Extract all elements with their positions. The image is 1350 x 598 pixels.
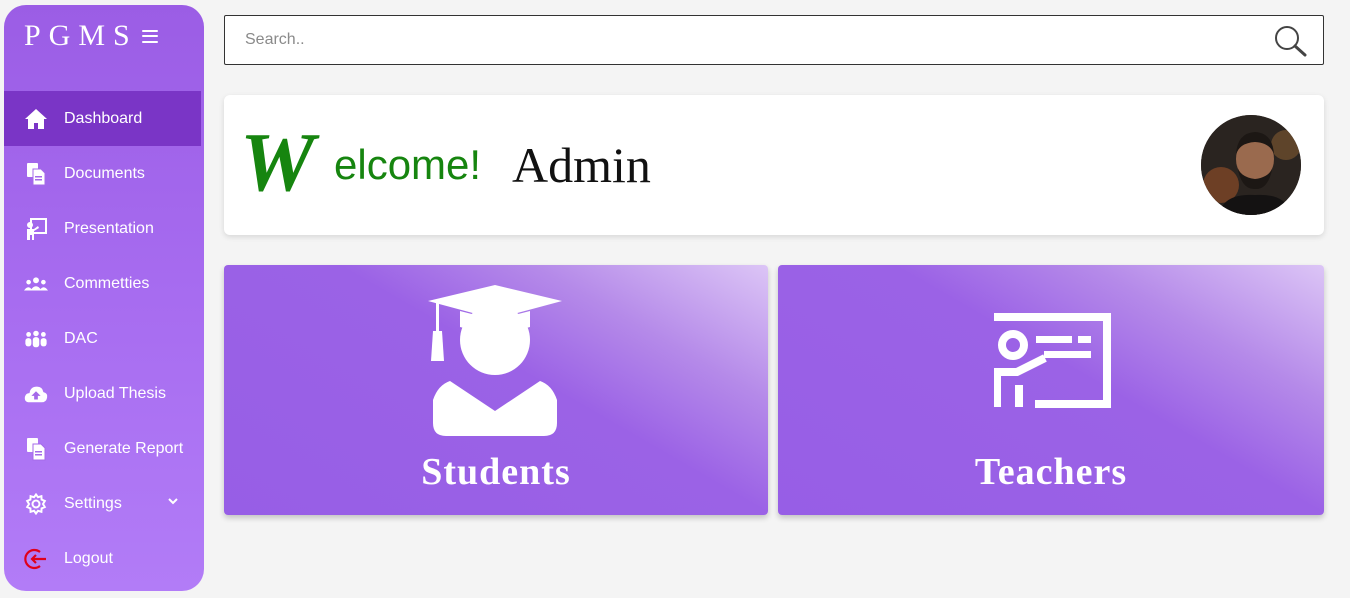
home-icon	[24, 107, 48, 131]
search-icon[interactable]	[1273, 25, 1307, 57]
sidebar-item-dac[interactable]: DAC	[4, 311, 204, 366]
sidebar: PGMS Dashboard Documents Presentation Co…	[4, 5, 204, 591]
sidebar-nav: Dashboard Documents Presentation Commett…	[4, 91, 204, 586]
users-icon	[24, 272, 48, 296]
chevron-down-icon[interactable]	[168, 496, 178, 506]
sidebar-item-label: Generate Report	[64, 439, 184, 457]
user-name: Admin	[512, 137, 651, 193]
sidebar-item-generate-report[interactable]: Generate Report	[4, 421, 204, 476]
sidebar-item-label: Upload Thesis	[64, 384, 166, 402]
teachers-tile[interactable]: Teachers	[778, 265, 1324, 515]
sidebar-item-label: DAC	[64, 329, 98, 347]
search-input[interactable]	[225, 16, 1225, 64]
sidebar-item-label: Commetties	[64, 274, 150, 292]
documents-icon	[24, 162, 48, 186]
welcome-w-logo: W	[242, 130, 320, 198]
students-tile[interactable]: Students	[224, 265, 768, 515]
sidebar-item-label: Logout	[64, 549, 113, 567]
sidebar-item-commetties[interactable]: Commetties	[4, 256, 204, 311]
sidebar-item-presentation[interactable]: Presentation	[4, 201, 204, 256]
brand: PGMS	[24, 19, 158, 53]
tile-label: Students	[421, 451, 571, 493]
logout-icon	[24, 547, 48, 571]
graduate-icon	[428, 285, 562, 436]
teacher-icon	[994, 313, 1111, 408]
sidebar-item-label: Documents	[64, 164, 145, 182]
tile-label: Teachers	[974, 451, 1128, 493]
group-icon	[24, 327, 48, 351]
svg-text:W: W	[242, 130, 320, 198]
presentation-icon	[24, 217, 48, 241]
sidebar-item-settings[interactable]: Settings	[4, 476, 204, 531]
sidebar-item-label: Settings	[64, 494, 122, 512]
menu-toggle-icon[interactable]	[141, 29, 158, 43]
cloud-upload-icon	[24, 382, 48, 406]
report-icon	[24, 437, 48, 461]
sidebar-item-label: Dashboard	[64, 109, 143, 127]
sidebar-item-dashboard[interactable]: Dashboard	[4, 91, 201, 146]
brand-logo-text: PGMS	[24, 19, 138, 52]
sidebar-item-label: Presentation	[64, 219, 154, 237]
avatar-photo	[1201, 115, 1301, 215]
sidebar-item-documents[interactable]: Documents	[4, 146, 204, 201]
search-bar	[224, 15, 1324, 65]
avatar[interactable]	[1201, 115, 1301, 215]
sidebar-item-upload-thesis[interactable]: Upload Thesis	[4, 366, 204, 421]
welcome-card: W elcome! Admin	[224, 95, 1324, 235]
welcome-greeting: elcome!	[334, 141, 482, 188]
gear-icon	[24, 492, 48, 516]
sidebar-item-logout[interactable]: Logout	[4, 531, 204, 586]
